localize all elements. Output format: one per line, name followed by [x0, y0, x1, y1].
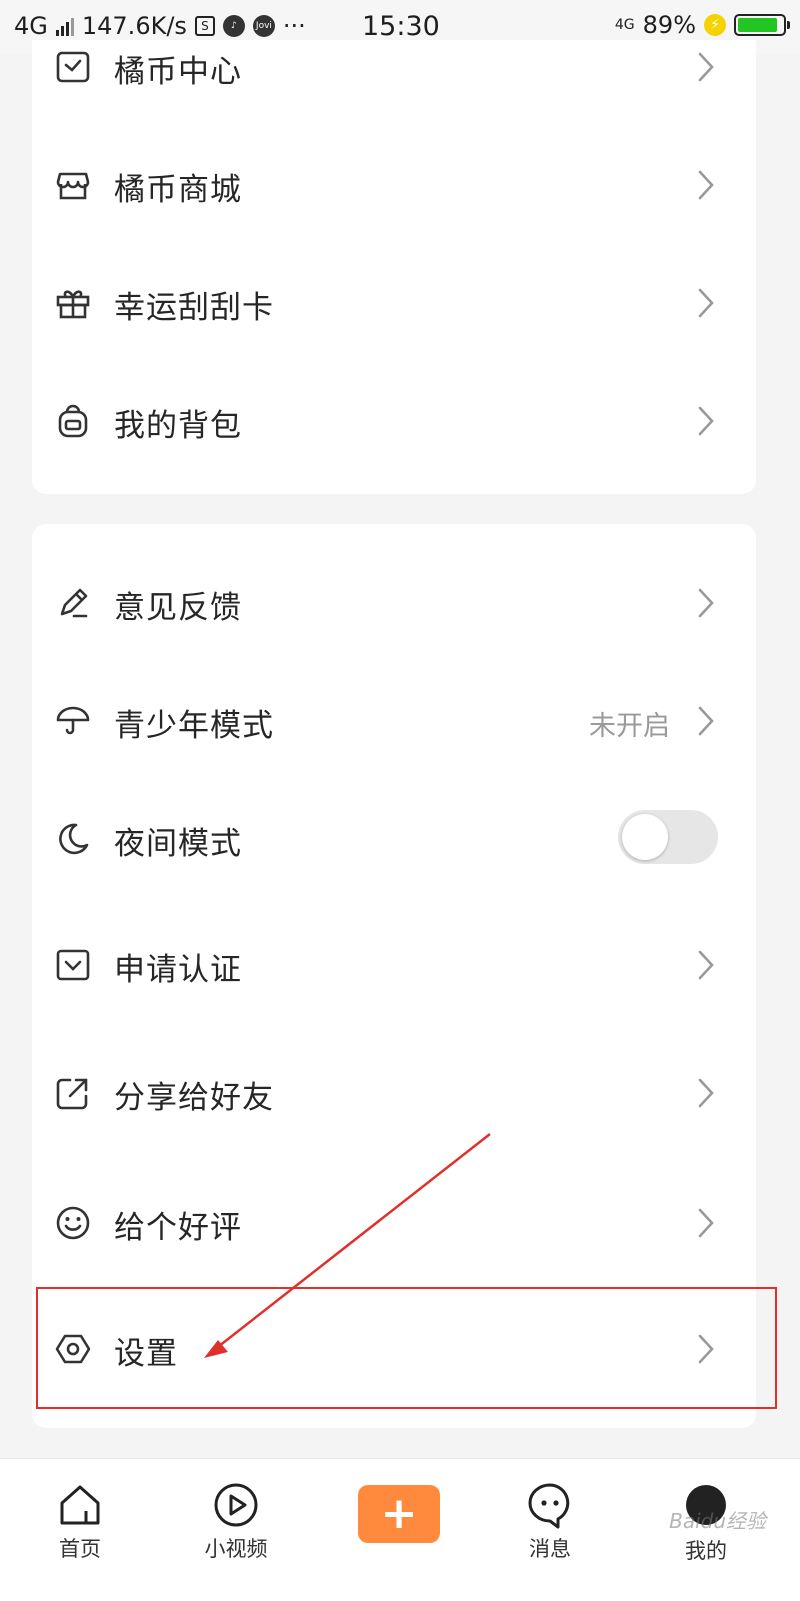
home-icon: [56, 1481, 104, 1529]
menu-item-scratch-card[interactable]: 幸运刮刮卡: [32, 252, 756, 352]
pencil-icon: [54, 584, 92, 622]
share-icon: [54, 1074, 92, 1112]
menu-item-backpack[interactable]: 我的背包: [32, 370, 756, 470]
menu-item-label: 申请认证: [114, 952, 242, 988]
menu-item-label: 意见反馈: [114, 590, 242, 626]
bottom-nav: 首页 小视频 + 消息 我的 Baidu经验: [0, 1458, 800, 1601]
nav-video[interactable]: 小视频: [186, 1481, 286, 1563]
menu-item-label: 我的背包: [114, 408, 242, 444]
menu-item-label: 橘币商城: [114, 172, 242, 208]
chevron-right-icon: [696, 168, 716, 202]
menu-item-store[interactable]: 橘币商城: [32, 134, 756, 234]
nav-label: 消息: [529, 1537, 571, 1561]
night-mode-toggle[interactable]: [618, 810, 718, 864]
menu-item-rate[interactable]: 给个好评: [32, 1172, 756, 1272]
umbrella-icon: [54, 702, 92, 740]
toggle-knob: [622, 814, 668, 860]
chevron-right-icon: [696, 286, 716, 320]
menu-card-1: 橘币中心 橘币商城 幸运刮刮卡 我的背包: [32, 40, 756, 494]
menu-item-teen-mode[interactable]: 青少年模式 未开启: [32, 670, 756, 770]
chevron-right-icon: [696, 586, 716, 620]
publish-button[interactable]: +: [358, 1485, 440, 1543]
watermark: Baidu经验: [669, 1509, 766, 1533]
moon-icon: [54, 820, 92, 858]
settings-highlight-box: [36, 1287, 777, 1409]
menu-item-night-mode: 夜间模式: [32, 788, 756, 888]
chevron-right-icon: [696, 50, 716, 84]
menu-item-label: 夜间模式: [114, 826, 242, 862]
menu-item-label: 橘币中心: [114, 54, 242, 90]
video-play-icon: [212, 1481, 260, 1529]
teen-mode-status: 未开启: [589, 711, 670, 742]
chevron-right-icon: [696, 1076, 716, 1110]
nav-home[interactable]: 首页: [30, 1481, 130, 1563]
chevron-right-icon: [696, 1206, 716, 1240]
gift-icon: [54, 284, 92, 322]
nav-label: 小视频: [204, 1537, 268, 1561]
nav-label: 首页: [59, 1537, 101, 1561]
menu-item-label: 给个好评: [114, 1210, 242, 1246]
menu-item-label: 幸运刮刮卡: [114, 290, 274, 326]
menu-item-coin-center[interactable]: 橘币中心: [32, 16, 756, 116]
smile-icon: [54, 1204, 92, 1242]
chevron-right-icon: [696, 948, 716, 982]
menu-item-label: 青少年模式: [114, 708, 274, 744]
menu-item-share[interactable]: 分享给好友: [32, 1042, 756, 1142]
chevron-right-icon: [696, 404, 716, 438]
plus-icon: +: [380, 1488, 418, 1539]
coin-center-icon: [54, 48, 92, 86]
message-icon: [526, 1481, 574, 1529]
nav-label: 我的: [685, 1539, 727, 1563]
menu-item-feedback[interactable]: 意见反馈: [32, 552, 756, 652]
menu-item-verification[interactable]: 申请认证: [32, 914, 756, 1014]
chevron-right-icon: [696, 704, 716, 738]
backpack-icon: [54, 402, 92, 440]
store-icon: [54, 166, 92, 204]
menu-item-label: 分享给好友: [114, 1080, 274, 1116]
nav-messages[interactable]: 消息: [500, 1481, 600, 1563]
certificate-icon: [54, 946, 92, 984]
